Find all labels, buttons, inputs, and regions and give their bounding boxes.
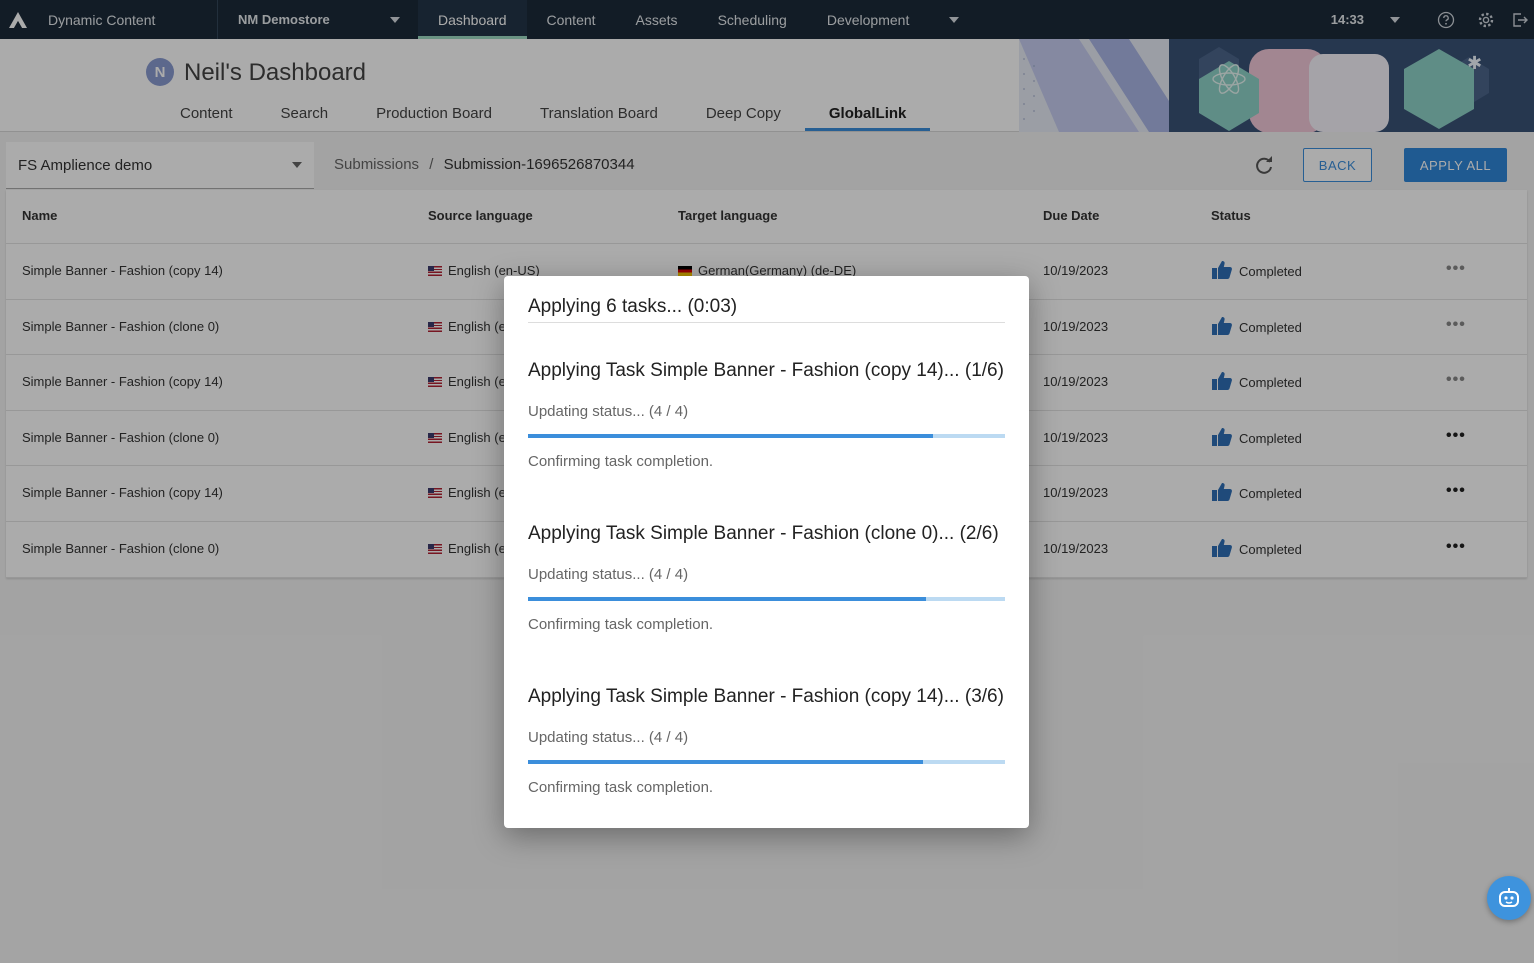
task-progress-item: Applying Task Simple Banner - Fashion (c… bbox=[528, 523, 1005, 633]
task-progress-bar bbox=[528, 434, 1005, 438]
task-confirm-text: Confirming task completion. bbox=[528, 616, 714, 633]
task-progress-fill bbox=[528, 597, 927, 601]
task-title: Applying Task Simple Banner - Fashion (c… bbox=[528, 686, 1004, 707]
dialog-title: Applying 6 tasks... (0:03) bbox=[528, 296, 738, 317]
task-title: Applying Task Simple Banner - Fashion (c… bbox=[528, 523, 999, 544]
task-confirm-text: Confirming task completion. bbox=[528, 779, 714, 796]
task-status-text: Updating status... (4 / 4) bbox=[528, 729, 689, 746]
dialog-divider bbox=[528, 322, 1005, 323]
task-progress-bar bbox=[528, 597, 1005, 601]
task-progress-fill bbox=[528, 760, 923, 764]
task-status-text: Updating status... (4 / 4) bbox=[528, 403, 689, 420]
task-progress-item: Applying Task Simple Banner - Fashion (c… bbox=[528, 686, 1005, 796]
apply-tasks-dialog: Applying 6 tasks... (0:03) Applying Task… bbox=[504, 276, 1029, 828]
task-progress-item: Applying Task Simple Banner - Fashion (c… bbox=[528, 360, 1005, 470]
task-title: Applying Task Simple Banner - Fashion (c… bbox=[528, 360, 1004, 381]
task-confirm-text: Confirming task completion. bbox=[528, 453, 714, 470]
task-progress-fill bbox=[528, 434, 934, 438]
task-status-text: Updating status... (4 / 4) bbox=[528, 566, 689, 583]
chatbot-icon[interactable] bbox=[1487, 876, 1531, 920]
task-progress-bar bbox=[528, 760, 1005, 764]
